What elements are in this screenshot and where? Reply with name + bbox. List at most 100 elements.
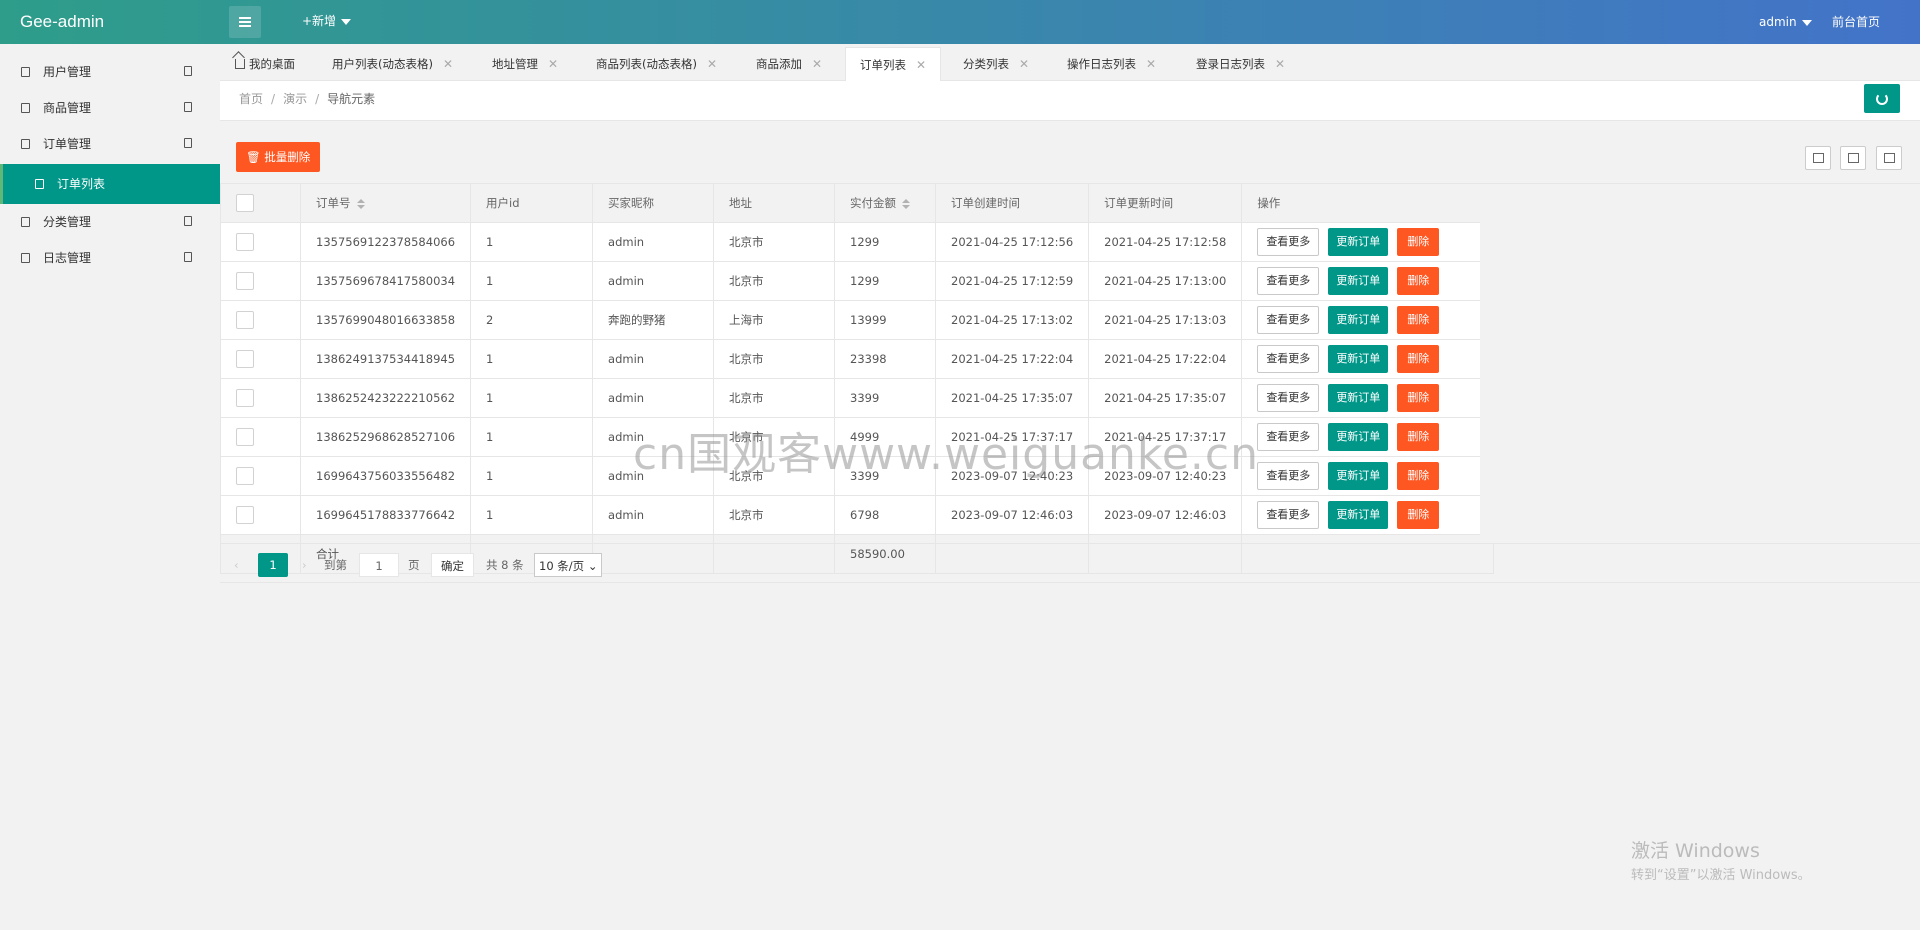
row-actions: 查看更多 更新订单 删除: [1241, 378, 1495, 418]
page-1[interactable]: 1: [258, 553, 288, 577]
tab-product-add[interactable]: 商品添加 ✕: [756, 47, 822, 81]
next-page-icon[interactable]: ›: [302, 553, 307, 577]
delete-button[interactable]: 删除: [1397, 501, 1440, 529]
update-order-button[interactable]: 更新订单: [1328, 267, 1389, 295]
sidebar-item-label: 用户管理: [43, 65, 92, 79]
delete-button[interactable]: 删除: [1397, 462, 1440, 490]
delete-button[interactable]: 删除: [1397, 423, 1440, 451]
export-button[interactable]: [1840, 146, 1866, 170]
tab-product-list[interactable]: 商品列表(动态表格) ✕: [596, 47, 717, 81]
close-icon[interactable]: ✕: [707, 57, 717, 71]
update-order-button[interactable]: 更新订单: [1328, 228, 1389, 256]
column-filter-button[interactable]: [1805, 146, 1831, 170]
sidebar-item-order-management[interactable]: 订单管理: [0, 126, 220, 162]
view-more-button[interactable]: 查看更多: [1257, 306, 1320, 334]
update-order-button[interactable]: 更新订单: [1328, 462, 1389, 490]
refresh-button[interactable]: [1864, 84, 1900, 113]
tab-my-desktop[interactable]: 我的桌面: [235, 47, 295, 81]
prev-page-icon[interactable]: ‹: [234, 553, 239, 577]
sidebar-item-category-management[interactable]: 分类管理: [0, 204, 220, 240]
select-all-checkbox[interactable]: [236, 194, 254, 212]
table-row: 1699645178833776642 1 admin 北京市 6798 2023-09-…: [220, 495, 1495, 535]
table-row: 1386249137534418945 1 admin 北京市 23398 2021-04…: [220, 339, 1495, 379]
row-checkbox[interactable]: [236, 311, 254, 329]
delete-button[interactable]: 删除: [1397, 228, 1440, 256]
tab-operation-log-list[interactable]: 操作日志列表 ✕: [1067, 47, 1156, 81]
sidebar-item-label: 商品管理: [43, 101, 92, 115]
page-size-select[interactable]: 10 条/页 ⌄: [534, 553, 603, 577]
app-logo[interactable]: Gee-admin: [20, 0, 104, 44]
columns-icon: [1812, 153, 1824, 163]
sidebar-item-product-management[interactable]: 商品管理: [0, 90, 220, 126]
view-more-button[interactable]: 查看更多: [1257, 384, 1320, 412]
add-new-menu[interactable]: +新增: [302, 0, 352, 44]
table-row: 1357569678417580034 1 admin 北京市 1299 2021-04-…: [220, 261, 1495, 301]
tab-category-list[interactable]: 分类列表 ✕: [963, 47, 1029, 81]
row-checkbox[interactable]: [236, 428, 254, 446]
batch-delete-button[interactable]: 🗑 批量删除: [236, 142, 321, 172]
row-checkbox[interactable]: [236, 506, 254, 524]
row-checkbox[interactable]: [236, 233, 254, 251]
cell-order-no: 1357569678417580034: [299, 261, 472, 301]
cell-order-no: 1386249137534418945: [299, 339, 472, 379]
print-button[interactable]: [1876, 146, 1902, 170]
sidebar: 用户管理 商品管理 订单管理 订单列表 分类管理 日志管理: [0, 44, 220, 930]
goto-page-input[interactable]: 1: [359, 553, 399, 577]
tab-user-list[interactable]: 用户列表(动态表格) ✕: [332, 47, 453, 81]
update-order-button[interactable]: 更新订单: [1328, 306, 1389, 334]
view-more-button[interactable]: 查看更多: [1257, 267, 1320, 295]
row-actions: 查看更多 更新订单 删除: [1241, 417, 1495, 457]
col-order-no[interactable]: 订单号: [299, 183, 472, 223]
delete-button[interactable]: 删除: [1397, 345, 1440, 373]
sidebar-item-label: 订单列表: [57, 177, 106, 191]
view-more-button[interactable]: 查看更多: [1257, 423, 1320, 451]
close-icon[interactable]: ✕: [548, 57, 558, 71]
update-order-button[interactable]: 更新订单: [1328, 345, 1389, 373]
log-icon: [21, 253, 30, 263]
row-select-cell: [220, 222, 301, 262]
close-icon[interactable]: ✕: [443, 57, 453, 71]
view-more-button[interactable]: 查看更多: [1257, 501, 1320, 529]
delete-button[interactable]: 删除: [1397, 306, 1440, 334]
sidebar-item-order-list[interactable]: 订单列表: [0, 164, 220, 204]
sidebar-item-user-management[interactable]: 用户管理: [0, 54, 220, 90]
row-checkbox[interactable]: [236, 272, 254, 290]
delete-button[interactable]: 删除: [1397, 384, 1440, 412]
col-paid-amount[interactable]: 实付金额: [834, 183, 937, 223]
tab-order-list[interactable]: 订单列表 ✕: [845, 47, 942, 82]
sidebar-toggle-button[interactable]: [229, 6, 261, 38]
close-icon[interactable]: ✕: [1019, 57, 1029, 71]
close-icon[interactable]: ✕: [812, 57, 822, 71]
close-icon[interactable]: ✕: [1146, 57, 1156, 71]
col-created-time: 订单创建时间: [935, 183, 1090, 223]
close-icon[interactable]: ✕: [1275, 57, 1285, 71]
row-checkbox[interactable]: [236, 389, 254, 407]
col-label: 操作: [1257, 196, 1281, 210]
cell-order-no: 1357699048016633858: [299, 300, 472, 340]
sort-icon[interactable]: [356, 198, 365, 209]
row-checkbox[interactable]: [236, 350, 254, 368]
view-more-button[interactable]: 查看更多: [1257, 345, 1320, 373]
breadcrumb-home[interactable]: 首页: [239, 92, 263, 106]
sidebar-item-log-management[interactable]: 日志管理: [0, 240, 220, 276]
delete-button[interactable]: 删除: [1397, 267, 1440, 295]
goto-confirm-button[interactable]: 确定: [431, 553, 474, 577]
row-checkbox[interactable]: [236, 467, 254, 485]
breadcrumb-demo[interactable]: 演示: [283, 92, 307, 106]
cell-buyer-name: 奔跑的野猪: [592, 300, 715, 340]
view-more-button[interactable]: 查看更多: [1257, 228, 1320, 256]
sort-icon[interactable]: [902, 198, 911, 209]
update-order-button[interactable]: 更新订单: [1328, 501, 1389, 529]
col-label: 订单创建时间: [951, 196, 1021, 210]
tab-address-management[interactable]: 地址管理 ✕: [492, 47, 558, 81]
close-icon[interactable]: ✕: [916, 58, 926, 72]
update-order-button[interactable]: 更新订单: [1328, 423, 1389, 451]
view-more-button[interactable]: 查看更多: [1257, 462, 1320, 490]
front-home-link[interactable]: 前台首页: [1832, 0, 1880, 44]
print-icon: [1883, 153, 1895, 163]
tab-login-log-list[interactable]: 登录日志列表 ✕: [1196, 47, 1285, 81]
batch-delete-label: 批量删除: [264, 150, 311, 164]
cell-order-no: 1699645178833776642: [299, 495, 472, 535]
update-order-button[interactable]: 更新订单: [1328, 384, 1389, 412]
user-menu[interactable]: admin: [1759, 0, 1812, 44]
